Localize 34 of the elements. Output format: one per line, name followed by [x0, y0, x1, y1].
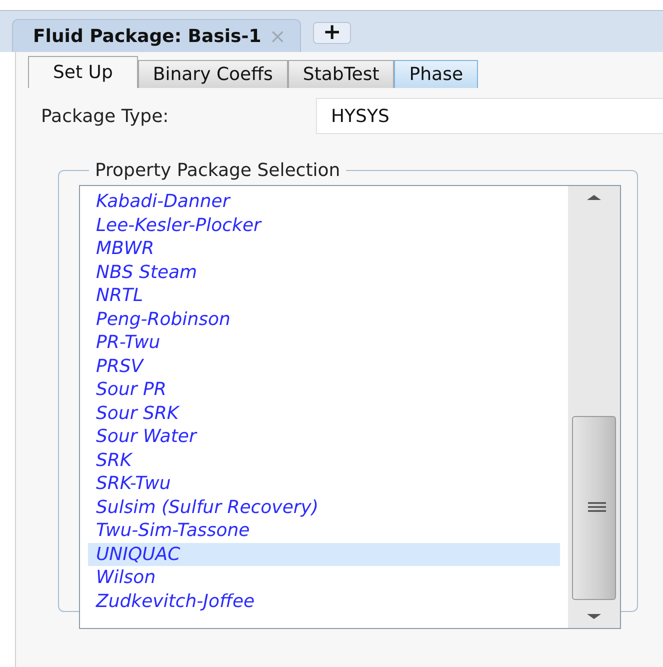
list-item[interactable]: MBWR	[88, 237, 560, 260]
list-item[interactable]: Twu-Sim-Tassone	[88, 519, 560, 542]
grip-icon	[587, 502, 607, 512]
scroll-thumb[interactable]	[572, 416, 616, 600]
list-item[interactable]: Lee-Kesler-Plocker	[88, 214, 560, 237]
scroll-down-icon[interactable]	[586, 614, 602, 620]
list-item[interactable]: PRSV	[88, 354, 560, 378]
tab[interactable]: Set Up	[28, 56, 138, 88]
list-item[interactable]: Sour SRK	[88, 402, 560, 425]
scrollbar[interactable]	[568, 186, 620, 628]
field-label: Package Type:	[41, 106, 170, 126]
list-item[interactable]: PR-Twu	[88, 331, 560, 354]
property-package-list[interactable]: Kabadi-Danner Lee-Kesler-Plocker MBWR NBS Steam NRTL Peng-Robinson PR-Twu PRSV Sour PR Sour SRK Sour Water SRK SRK-Twu Sulsim (Sulfur Recovery) Twu-Sim-Tassone UNIQUAC Wilson Zudkevitch-Joffee	[79, 185, 621, 629]
list-item[interactable]: UNIQUAC	[88, 542, 560, 566]
list-item[interactable]: Kabadi-Danner	[88, 190, 560, 214]
list-item[interactable]: NBS Steam	[88, 260, 560, 284]
list-item[interactable]: Sour Water	[88, 425, 560, 448]
list-item[interactable]: SRK	[88, 448, 560, 472]
document-tab-title: Fluid Package: Basis-1	[33, 26, 262, 46]
list-item[interactable]: Sulsim (Sulfur Recovery)	[88, 496, 560, 519]
list-item[interactable]: Sour PR	[88, 378, 560, 402]
package-type-field[interactable]: HYSYS	[316, 98, 663, 134]
add-tab-button[interactable]: +	[313, 22, 352, 44]
tab[interactable]: Binary Coeffs	[138, 60, 288, 88]
tab[interactable]: Phase	[394, 60, 478, 88]
list-item[interactable]: NRTL	[88, 284, 560, 308]
list-item[interactable]: Peng-Robinson	[88, 308, 560, 331]
scroll-up-icon[interactable]	[586, 194, 602, 200]
list-item[interactable]: Wilson	[88, 566, 560, 590]
tab[interactable]: StabTest	[288, 60, 394, 88]
list-item[interactable]: SRK-Twu	[88, 472, 560, 496]
group-title: Property Package Selection	[94, 160, 342, 181]
document-tab[interactable]: Fluid Package: Basis-1 ×	[12, 19, 302, 52]
list-item[interactable]: Zudkevitch-Joffee	[88, 590, 560, 613]
